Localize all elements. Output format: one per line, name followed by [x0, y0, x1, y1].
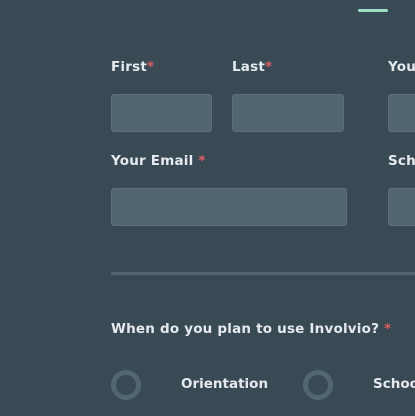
email-input[interactable] — [111, 188, 347, 226]
school-option-label[interactable]: Schoo — [373, 376, 415, 392]
school-label: Scho — [388, 153, 415, 169]
your-field-label: Your — [388, 59, 415, 75]
required-asterisk: * — [265, 59, 273, 75]
required-asterisk: * — [198, 153, 206, 169]
school-radio[interactable] — [303, 370, 333, 400]
orientation-option-label[interactable]: Orientation — [181, 376, 268, 392]
first-name-input[interactable] — [111, 94, 212, 132]
usage-question: When do you plan to use Involvio? * — [111, 321, 392, 337]
your-field-input[interactable] — [388, 94, 415, 132]
school-input[interactable] — [388, 188, 415, 226]
last-name-label: Last* — [232, 59, 273, 75]
active-tab-indicator — [358, 9, 388, 12]
last-name-input[interactable] — [232, 94, 344, 132]
orientation-radio[interactable] — [111, 370, 141, 400]
first-name-label: First* — [111, 59, 155, 75]
required-asterisk: * — [147, 59, 155, 75]
section-divider — [111, 272, 415, 275]
email-label: Your Email * — [111, 153, 206, 169]
required-asterisk: * — [384, 321, 392, 337]
